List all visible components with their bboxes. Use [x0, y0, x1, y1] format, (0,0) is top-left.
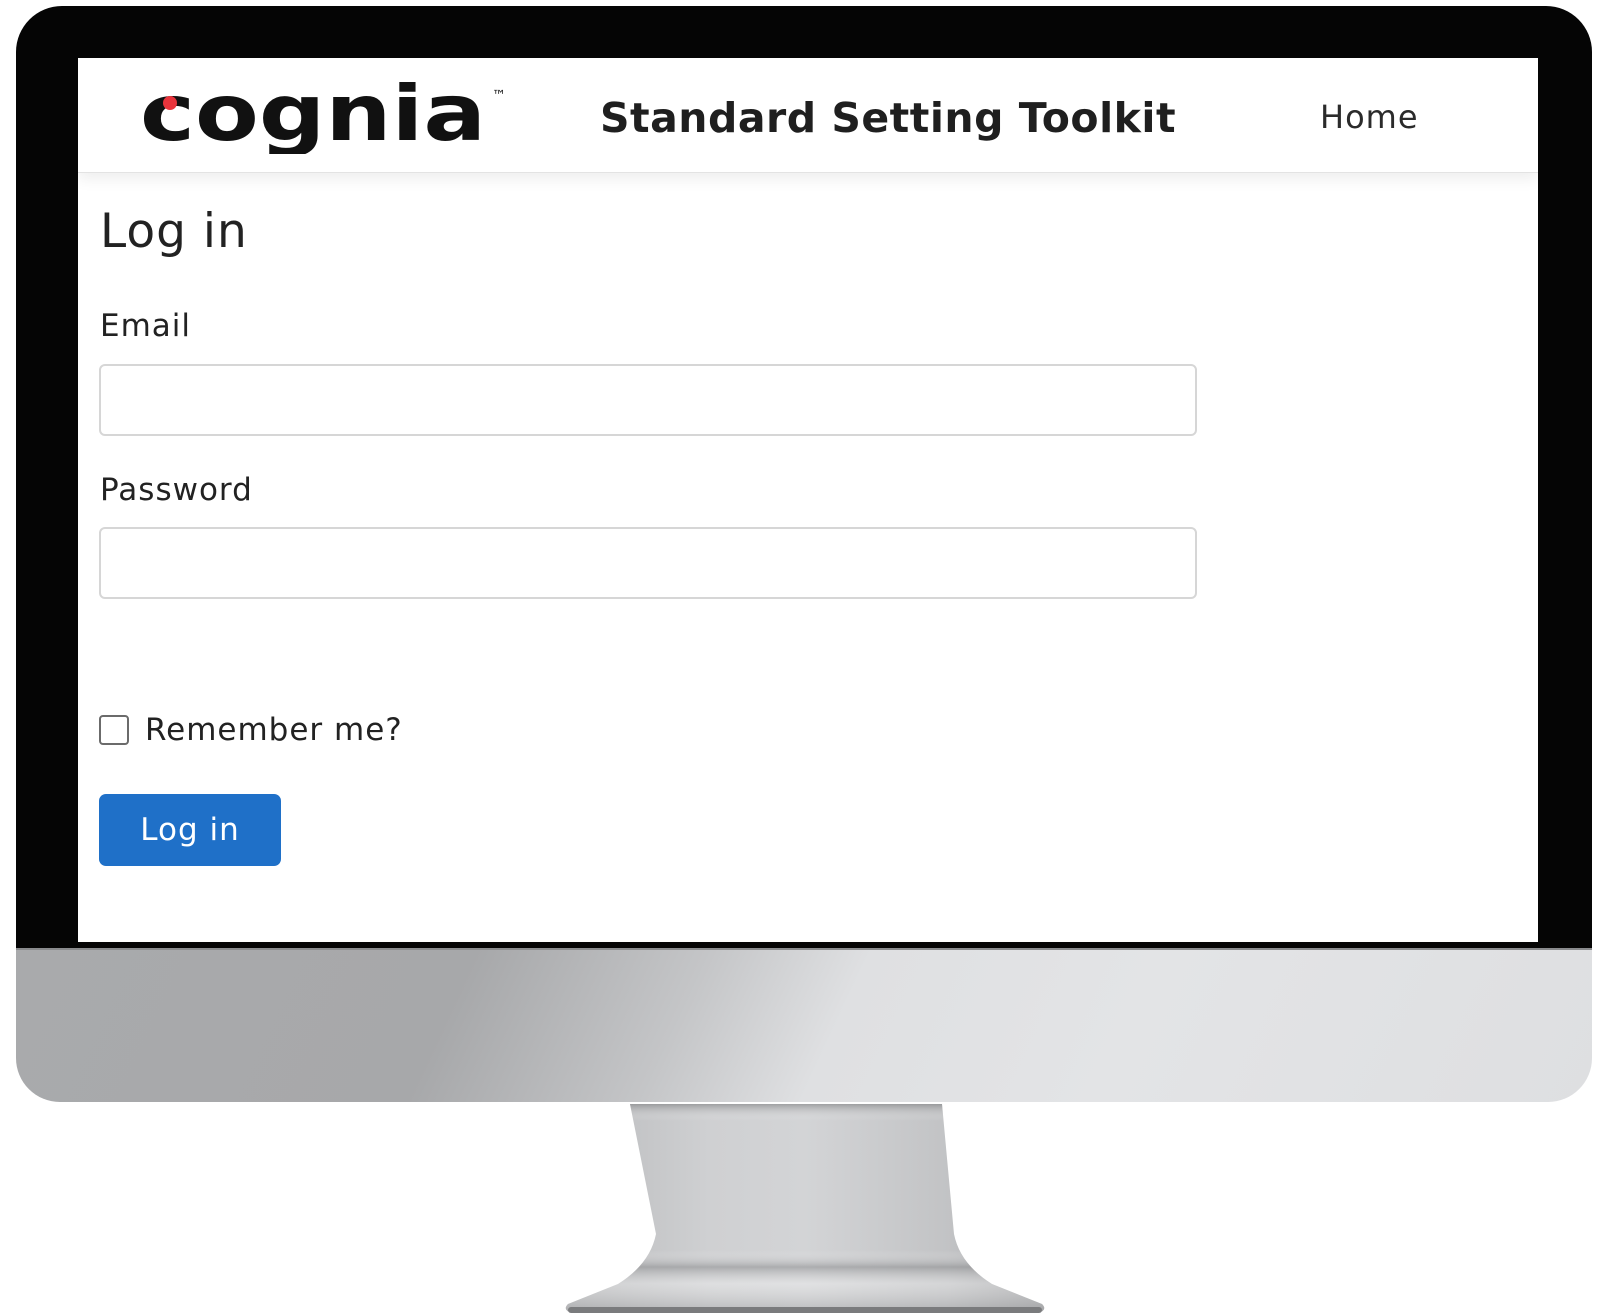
cognia-logo[interactable]: cognia ™: [140, 82, 520, 154]
logo-trademark: ™: [492, 88, 506, 104]
remember-me-row[interactable]: Remember me?: [99, 710, 403, 750]
email-input[interactable]: [99, 364, 1197, 436]
nav-home-link[interactable]: Home: [1320, 98, 1419, 136]
email-label: Email: [100, 308, 192, 344]
remember-me-checkbox[interactable]: [99, 715, 129, 745]
logo-dot: [163, 96, 177, 110]
login-button[interactable]: Log in: [99, 794, 281, 866]
screen: cognia ™ Standard Setting Toolkit Home L…: [78, 58, 1538, 942]
navbar: cognia ™ Standard Setting Toolkit Home: [78, 58, 1538, 173]
monitor-stand: [565, 1104, 1045, 1313]
monitor-chin: [16, 948, 1592, 1102]
remember-me-label[interactable]: Remember me?: [145, 712, 403, 748]
password-label: Password: [100, 472, 253, 508]
page-title: Log in: [100, 204, 248, 259]
password-input[interactable]: [99, 527, 1197, 599]
app-title: Standard Setting Toolkit: [600, 94, 1177, 142]
logo-wordmark: cognia: [140, 82, 486, 154]
